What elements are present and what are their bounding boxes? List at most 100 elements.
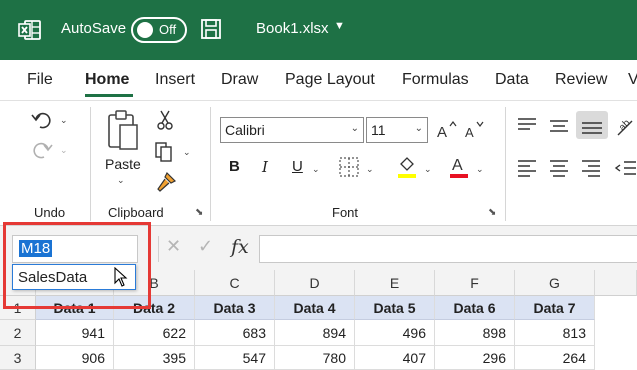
column-header[interactable]: F (435, 270, 515, 296)
italic-button[interactable]: I (262, 158, 268, 176)
insert-function-button[interactable]: fx (231, 236, 249, 258)
column-header[interactable]: G (515, 270, 595, 296)
column-header[interactable]: E (355, 270, 435, 296)
format-painter-icon[interactable] (155, 171, 177, 193)
row-header[interactable]: 2 (0, 320, 36, 346)
redo-icon[interactable] (30, 139, 54, 161)
tab-review[interactable]: Review (555, 71, 607, 89)
active-tab-indicator (85, 94, 133, 97)
chevron-down-icon: ⌄ (414, 123, 423, 134)
column-header[interactable]: D (275, 270, 355, 296)
increase-font-icon[interactable]: A (436, 119, 458, 141)
svg-text:A: A (465, 125, 474, 140)
cancel-icon[interactable]: ✕ (166, 236, 181, 257)
font-launcher-icon[interactable]: ⬊ (488, 207, 496, 218)
table-cell[interactable]: 894 (275, 320, 355, 346)
clipboard-launcher-icon[interactable]: ⬊ (195, 207, 203, 218)
align-middle-icon[interactable] (548, 117, 570, 135)
table-cell[interactable]: 898 (435, 320, 515, 346)
column-header-h[interactable] (595, 270, 637, 296)
highlight-annotation (3, 222, 151, 309)
table-cell[interactable]: 547 (195, 346, 275, 370)
table-cell[interactable]: 407 (355, 346, 435, 370)
font-size-select[interactable]: 11 ⌄ (366, 117, 428, 143)
paste-icon[interactable] (106, 109, 140, 151)
chevron-down-icon: ⌄ (350, 123, 359, 134)
align-center-icon[interactable] (548, 159, 570, 177)
undo-group-label: Undo (34, 205, 66, 220)
table-cell[interactable]: 496 (355, 320, 435, 346)
table-cell[interactable]: 906 (36, 346, 114, 370)
table-cell[interactable]: 941 (36, 320, 114, 346)
clipboard-group-label: Clipboard (108, 205, 164, 220)
table-header-cell[interactable]: Data 6 (435, 296, 515, 320)
orientation-icon[interactable]: ab (614, 115, 637, 139)
table-cell[interactable]: 395 (114, 346, 195, 370)
tab-formulas[interactable]: Formulas (402, 71, 469, 89)
tab-home[interactable]: Home (85, 71, 129, 89)
filename[interactable]: Book1.xlsx (256, 20, 329, 37)
fill-color-icon[interactable] (396, 154, 418, 180)
table-cell[interactable]: 264 (515, 346, 595, 370)
table-cell[interactable]: 813 (515, 320, 595, 346)
copy-icon[interactable] (154, 141, 174, 163)
align-bottom-button[interactable] (576, 111, 608, 139)
svg-text:A: A (437, 124, 447, 141)
table-cell[interactable]: 780 (275, 346, 355, 370)
group-divider (505, 107, 506, 221)
table-header-cell[interactable]: Data 3 (195, 296, 275, 320)
font-group-label: Font (332, 205, 359, 220)
undo-dropdown-icon[interactable]: ⌄ (60, 115, 68, 126)
decrease-font-icon[interactable]: A (464, 119, 486, 141)
chevron-down-icon[interactable]: ▼ (334, 20, 345, 32)
redo-dropdown-icon[interactable]: ⌄ (60, 145, 68, 156)
bold-button[interactable]: B (229, 158, 240, 175)
tab-page-layout[interactable]: Page Layout (285, 71, 375, 89)
tab-draw[interactable]: Draw (221, 71, 258, 89)
font-color-icon[interactable]: A (448, 154, 470, 180)
align-bottom-icon (582, 122, 602, 134)
align-left-icon[interactable] (516, 159, 538, 177)
save-icon[interactable] (200, 18, 222, 40)
toggle-knob (137, 22, 153, 38)
copy-dropdown-icon[interactable]: ⌄ (183, 147, 191, 158)
svg-text:ab: ab (617, 117, 633, 133)
tab-insert[interactable]: Insert (155, 71, 195, 89)
row-header[interactable]: 3 (0, 346, 36, 370)
table-header-cell[interactable]: Data 5 (355, 296, 435, 320)
excel-logo-icon (18, 20, 41, 40)
undo-icon[interactable] (30, 109, 54, 131)
tab-view[interactable]: V (628, 71, 637, 89)
underline-button[interactable]: U (292, 158, 303, 175)
group-divider (210, 107, 211, 221)
paste-label[interactable]: Paste (105, 156, 141, 172)
paste-dropdown-icon[interactable]: ⌄ (117, 175, 125, 186)
table-cell[interactable]: 622 (114, 320, 195, 346)
enter-icon[interactable]: ✓ (198, 236, 213, 257)
underline-dropdown-icon[interactable]: ⌄ (312, 164, 320, 175)
formula-input[interactable] (259, 235, 637, 263)
toggle-state: Off (159, 22, 177, 37)
svg-text:A: A (452, 157, 463, 174)
borders-icon[interactable] (338, 156, 360, 178)
tab-data[interactable]: Data (495, 71, 529, 89)
autosave-label: AutoSave (61, 20, 127, 37)
borders-dropdown-icon[interactable]: ⌄ (366, 164, 374, 175)
group-divider (90, 107, 91, 221)
autosave-toggle[interactable]: Off (131, 17, 187, 43)
table-header-cell[interactable]: Data 4 (275, 296, 355, 320)
table-cell[interactable]: 296 (435, 346, 515, 370)
title-bar: AutoSave Off Book1.xlsx ▼ (0, 0, 637, 60)
fill-color-dropdown-icon[interactable]: ⌄ (424, 164, 432, 175)
ribbon-tabs: File Home Insert Draw Page Layout Formul… (0, 60, 637, 100)
cut-icon[interactable] (155, 109, 175, 131)
tab-file[interactable]: File (27, 71, 53, 89)
font-color-dropdown-icon[interactable]: ⌄ (476, 164, 484, 175)
align-right-icon[interactable] (580, 159, 602, 177)
decrease-indent-icon[interactable] (614, 159, 637, 179)
table-header-cell[interactable]: Data 7 (515, 296, 595, 320)
font-name-select[interactable]: Calibri ⌄ (220, 117, 364, 143)
column-header[interactable]: C (195, 270, 275, 296)
align-top-icon[interactable] (516, 117, 538, 135)
table-cell[interactable]: 683 (195, 320, 275, 346)
